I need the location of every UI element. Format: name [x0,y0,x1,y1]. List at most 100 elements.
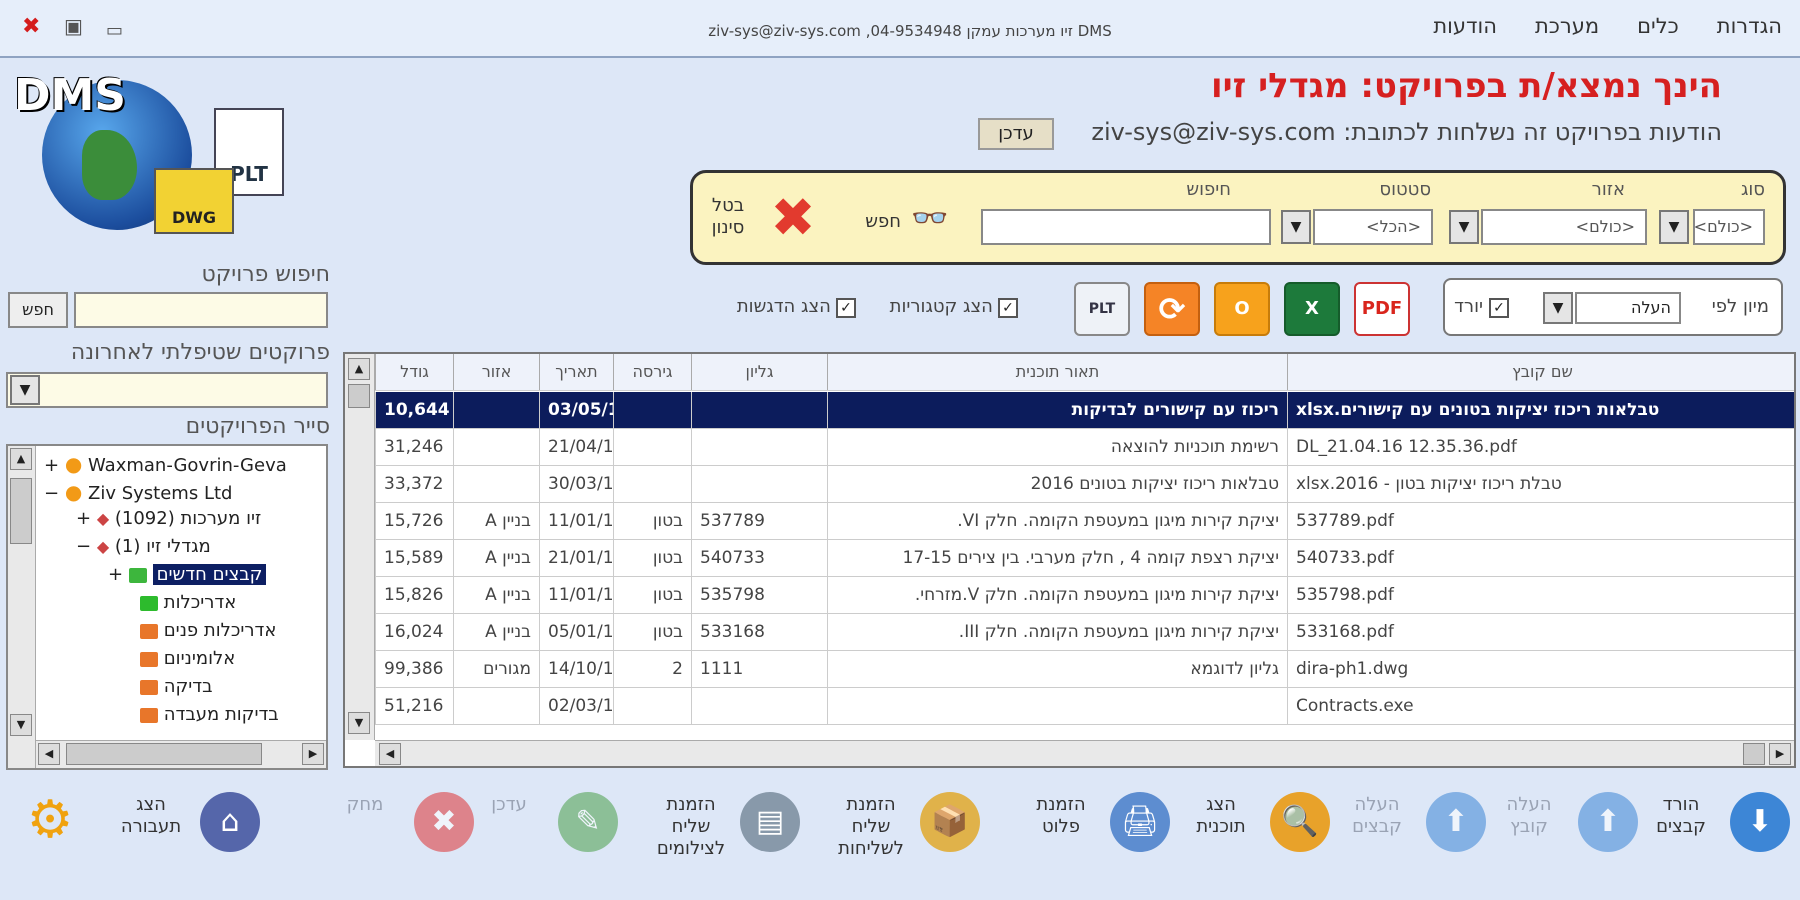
download-files-button[interactable]: ⬇ הורד קבצים [1640,786,1790,886]
show-plan-button[interactable]: 🔍 הצג תוכנית [1180,786,1330,886]
table-row[interactable]: 15,589בניין A21/01/16בטון540733יציקת רצפ… [375,540,1794,577]
cell-date: 11/01/16 [539,577,613,613]
project-search-button[interactable]: חפש [8,292,68,328]
search-input[interactable] [981,209,1271,245]
menu-bar: הגדרות כלים מערכת הודעות [1433,14,1782,38]
edit-notify-button[interactable]: עדכן [978,118,1054,150]
cell-plan-description: טבלאות ריכוז יציקות בטונים 2016 [827,466,1287,502]
tree-node-check[interactable]: בדיקה [140,676,213,697]
type-select[interactable]: <כולם> [1693,209,1765,245]
project-search-input[interactable] [74,292,328,328]
org-icon: ● [64,480,83,504]
folder-icon [140,623,158,639]
tree-node-waxman[interactable]: + ● Waxman-Govrin-Geva [44,452,287,476]
cancel-filter-label[interactable]: בטל סינון [703,195,753,239]
grid-vscrollbar[interactable]: ▲ ▼ [345,354,375,740]
refresh-icon[interactable]: ⟳ [1144,282,1200,336]
show-categories-checkbox[interactable]: ✓ [998,297,1018,318]
cell-plan-description: רשימת תוכניות להוצאה [827,429,1287,465]
tree-node-aluminium[interactable]: אלומיניום [140,648,235,669]
upload-files-label: העלה קבצים [1352,794,1402,837]
column-header-area[interactable]: אזור [453,354,539,390]
excel-icon[interactable]: X [1284,282,1340,336]
menu-system[interactable]: מערכת [1535,14,1599,38]
dms-logo: DMS PLT DWG [14,70,294,240]
grid-hscrollbar[interactable]: ◀ ▶ [375,740,1794,766]
search-button[interactable]: חפש [865,211,901,232]
order-copy-courier-button[interactable]: ▤ הזמנת שליח לצילומים [650,786,800,886]
tree-node-lab-tests[interactable]: בדיקות מעבדה [140,704,279,725]
column-header-date[interactable]: תאריך [539,354,613,390]
plt-export-icon[interactable]: PLT [1074,282,1130,336]
table-row[interactable]: 31,246 21/04/16 רשימת תוכניות להוצאהDL_21.… [375,429,1794,466]
status-select[interactable]: <הכל> [1313,209,1433,245]
cell-plan-description: גליון לדוגמא [827,651,1287,687]
sort-select[interactable]: העלה [1575,292,1681,324]
gear-icon[interactable]: ⚙ [20,790,80,850]
menu-messages[interactable]: הודעות [1433,14,1497,38]
tree-node-architecture[interactable]: אדריכלות [140,592,236,613]
menu-tools[interactable]: כלים [1637,14,1679,38]
desc-label: יורד [1454,296,1483,317]
tree-node-ziv-systems[interactable]: − ● Ziv Systems Ltd [44,480,232,504]
delete-button[interactable]: ✖ מחק [324,786,474,886]
upload-file-button[interactable]: ⬆ העלה קובץ [1488,786,1638,886]
notify-text: הודעות בפרויקט זה נשלחות לכתובת: ziv-sys… [1091,118,1722,146]
tree-hscrollbar[interactable]: ◀ ▶ [36,740,326,768]
cell-sheet: 533168 [691,614,827,650]
order-plot-button[interactable]: 🖨 הזמנת פלוט [1020,786,1170,886]
table-row[interactable]: 15,726בניין A11/01/16בטון537789יציקת קיר… [375,503,1794,540]
binoculars-icon[interactable]: 👓 [905,201,955,241]
table-row[interactable]: 15,826בניין A11/01/16בטון535798יציקת קיר… [375,577,1794,614]
cell-sheet: 540733 [691,540,827,576]
tree-node-ziv-systems-he[interactable]: + ◆ זיו מערכות (1092) [76,508,261,529]
pdf-icon[interactable]: PDF [1354,282,1410,336]
sort-panel: מיון לפי העלה ▼ ✓ יורד [1443,278,1783,336]
column-header-sheet[interactable]: גליון [691,354,827,390]
recent-projects-select[interactable]: ▼ [6,372,328,408]
table-row[interactable]: 33,372 30/03/16 טבלאות ריכוז יציקות בטונים… [375,466,1794,503]
show-submissions-option[interactable]: ✓ הצג הדגשות [737,296,856,318]
close-icon[interactable]: ✖ [22,14,40,39]
menu-settings[interactable]: הגדרות [1717,14,1782,38]
cell-date: 11/01/16 [539,503,613,539]
show-categories-option[interactable]: ✓ הצג קטגוריות [890,296,1018,318]
order-courier-button[interactable]: 📦 הזמנת שליח לשליחות [830,786,980,886]
chevron-down-icon[interactable]: ▼ [10,375,40,405]
chevron-down-icon[interactable]: ▼ [1449,210,1479,244]
chevron-down-icon[interactable]: ▼ [1659,210,1689,244]
minimize-icon[interactable]: ▭ [106,20,123,41]
cell-sheet: 537789 [691,503,827,539]
table-row[interactable]: 51,216 02/03/16 Contracts.exe [375,688,1794,725]
chevron-down-icon[interactable]: ▼ [1281,210,1311,244]
tree-node-interior[interactable]: אדריכלות פנים [140,620,276,641]
column-header-file-name[interactable]: שם קובץ [1287,354,1794,390]
cell-file-name: 533168.pdf [1287,614,1794,650]
cell-size: 33,372 [375,466,453,502]
cell-plan-description: יציקת קירות מיגון במעטפת הקומה. חלק V.מז… [827,577,1287,613]
table-row[interactable]: 10,644 03/05/16 ריכוז עם קישורים לבדיקותxl… [375,392,1794,429]
table-row[interactable]: 99,386מגורים14/10/1521111גליון לדוגמאdir… [375,651,1794,688]
cell-version [613,688,691,724]
tree-node-migdalei-ziv[interactable]: − ◆ מגדלי זיו (1) [76,536,211,557]
show-submissions-checkbox[interactable]: ✓ [836,297,856,318]
column-header-plan-description[interactable]: תאור תוכנית [827,354,1287,390]
cancel-filter-icon[interactable]: ✖ [763,189,823,249]
chevron-down-icon[interactable]: ▼ [1543,292,1573,324]
tree-node-new-files[interactable]: + קבצים חדשים [108,564,267,585]
show-traffic-button[interactable]: ⌂ הצג תעבורה [110,786,260,886]
restore-icon[interactable]: ▣ [64,14,83,38]
cell-date: 21/01/16 [539,540,613,576]
cell-size: 99,386 [375,651,453,687]
upload-files-button[interactable]: ⬆ העלה קבצים [1336,786,1486,886]
edit-button[interactable]: ✎ עדכן [468,786,618,886]
column-header-size[interactable]: גודל [375,354,453,390]
edit-label: עדכן [491,794,527,815]
table-row[interactable]: 16,024בניין A05/01/16בטון533168יציקת קיר… [375,614,1794,651]
outlook-icon[interactable]: O [1214,282,1270,336]
area-select[interactable]: <כולם> [1481,209,1647,245]
column-header-version[interactable]: גירסה [613,354,691,390]
tree-vscrollbar[interactable]: ▲ ▼ [8,446,36,768]
cell-file-name: 540733.pdf [1287,540,1794,576]
desc-checkbox[interactable]: ✓ [1489,298,1509,318]
